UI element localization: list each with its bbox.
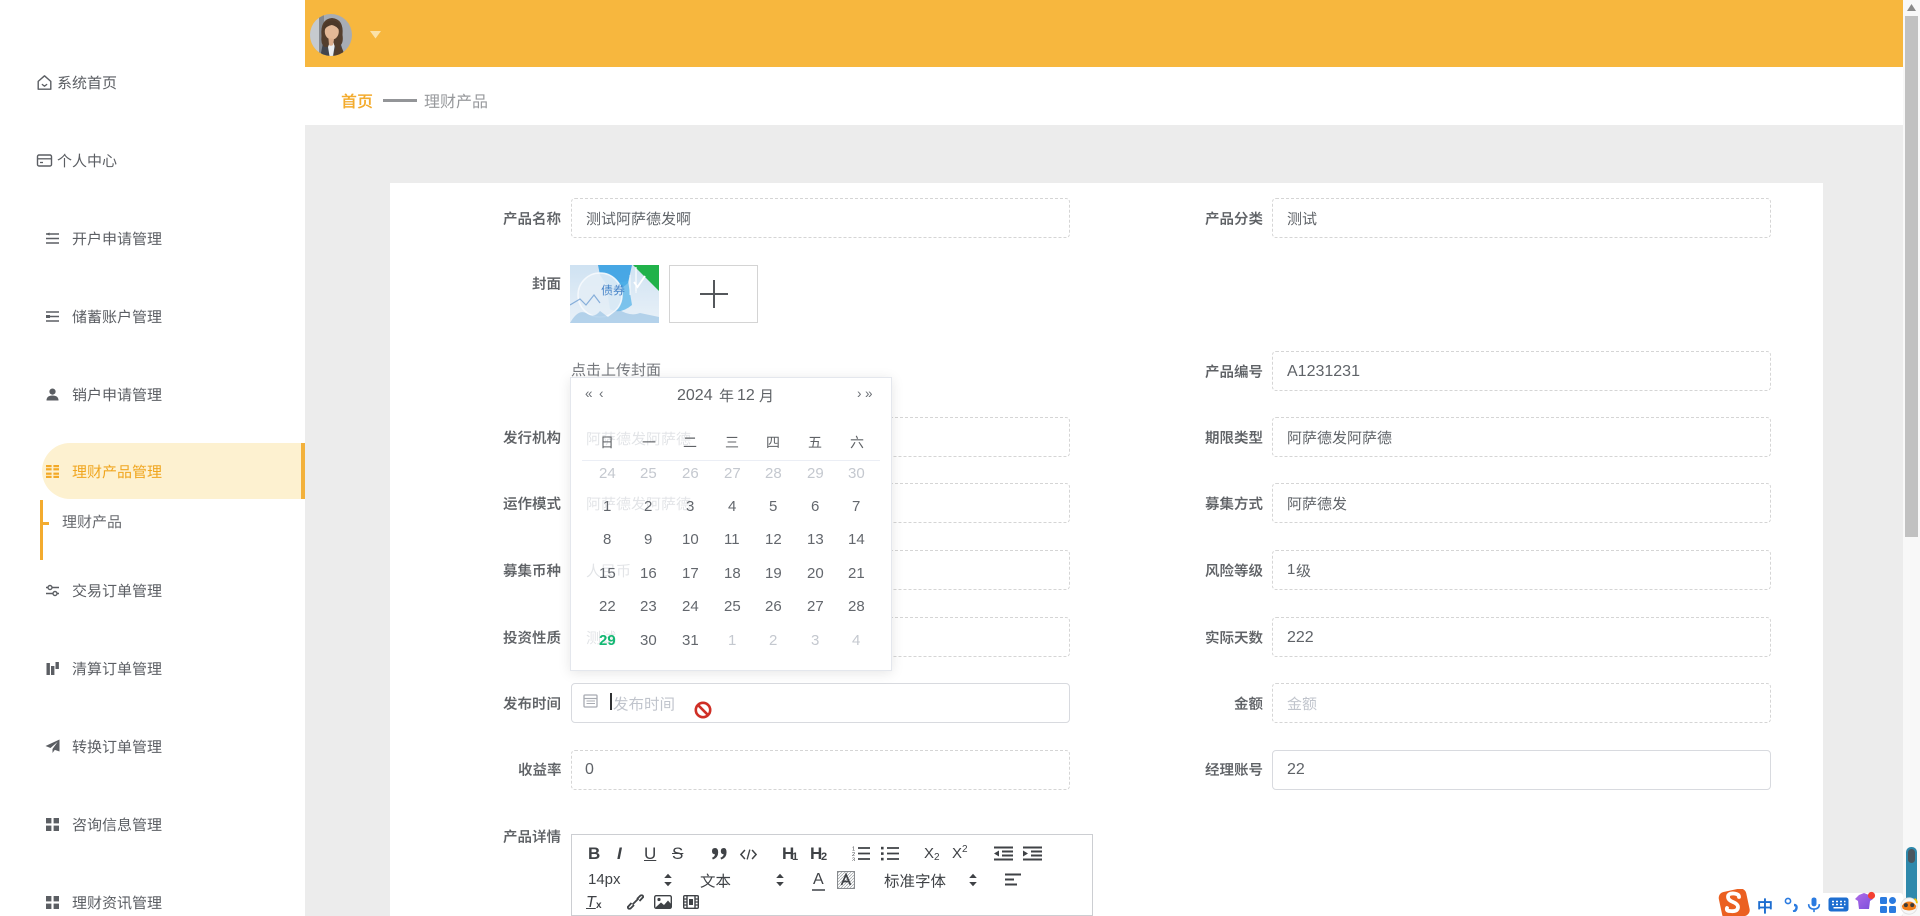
svg-text:3: 3 bbox=[852, 857, 855, 861]
